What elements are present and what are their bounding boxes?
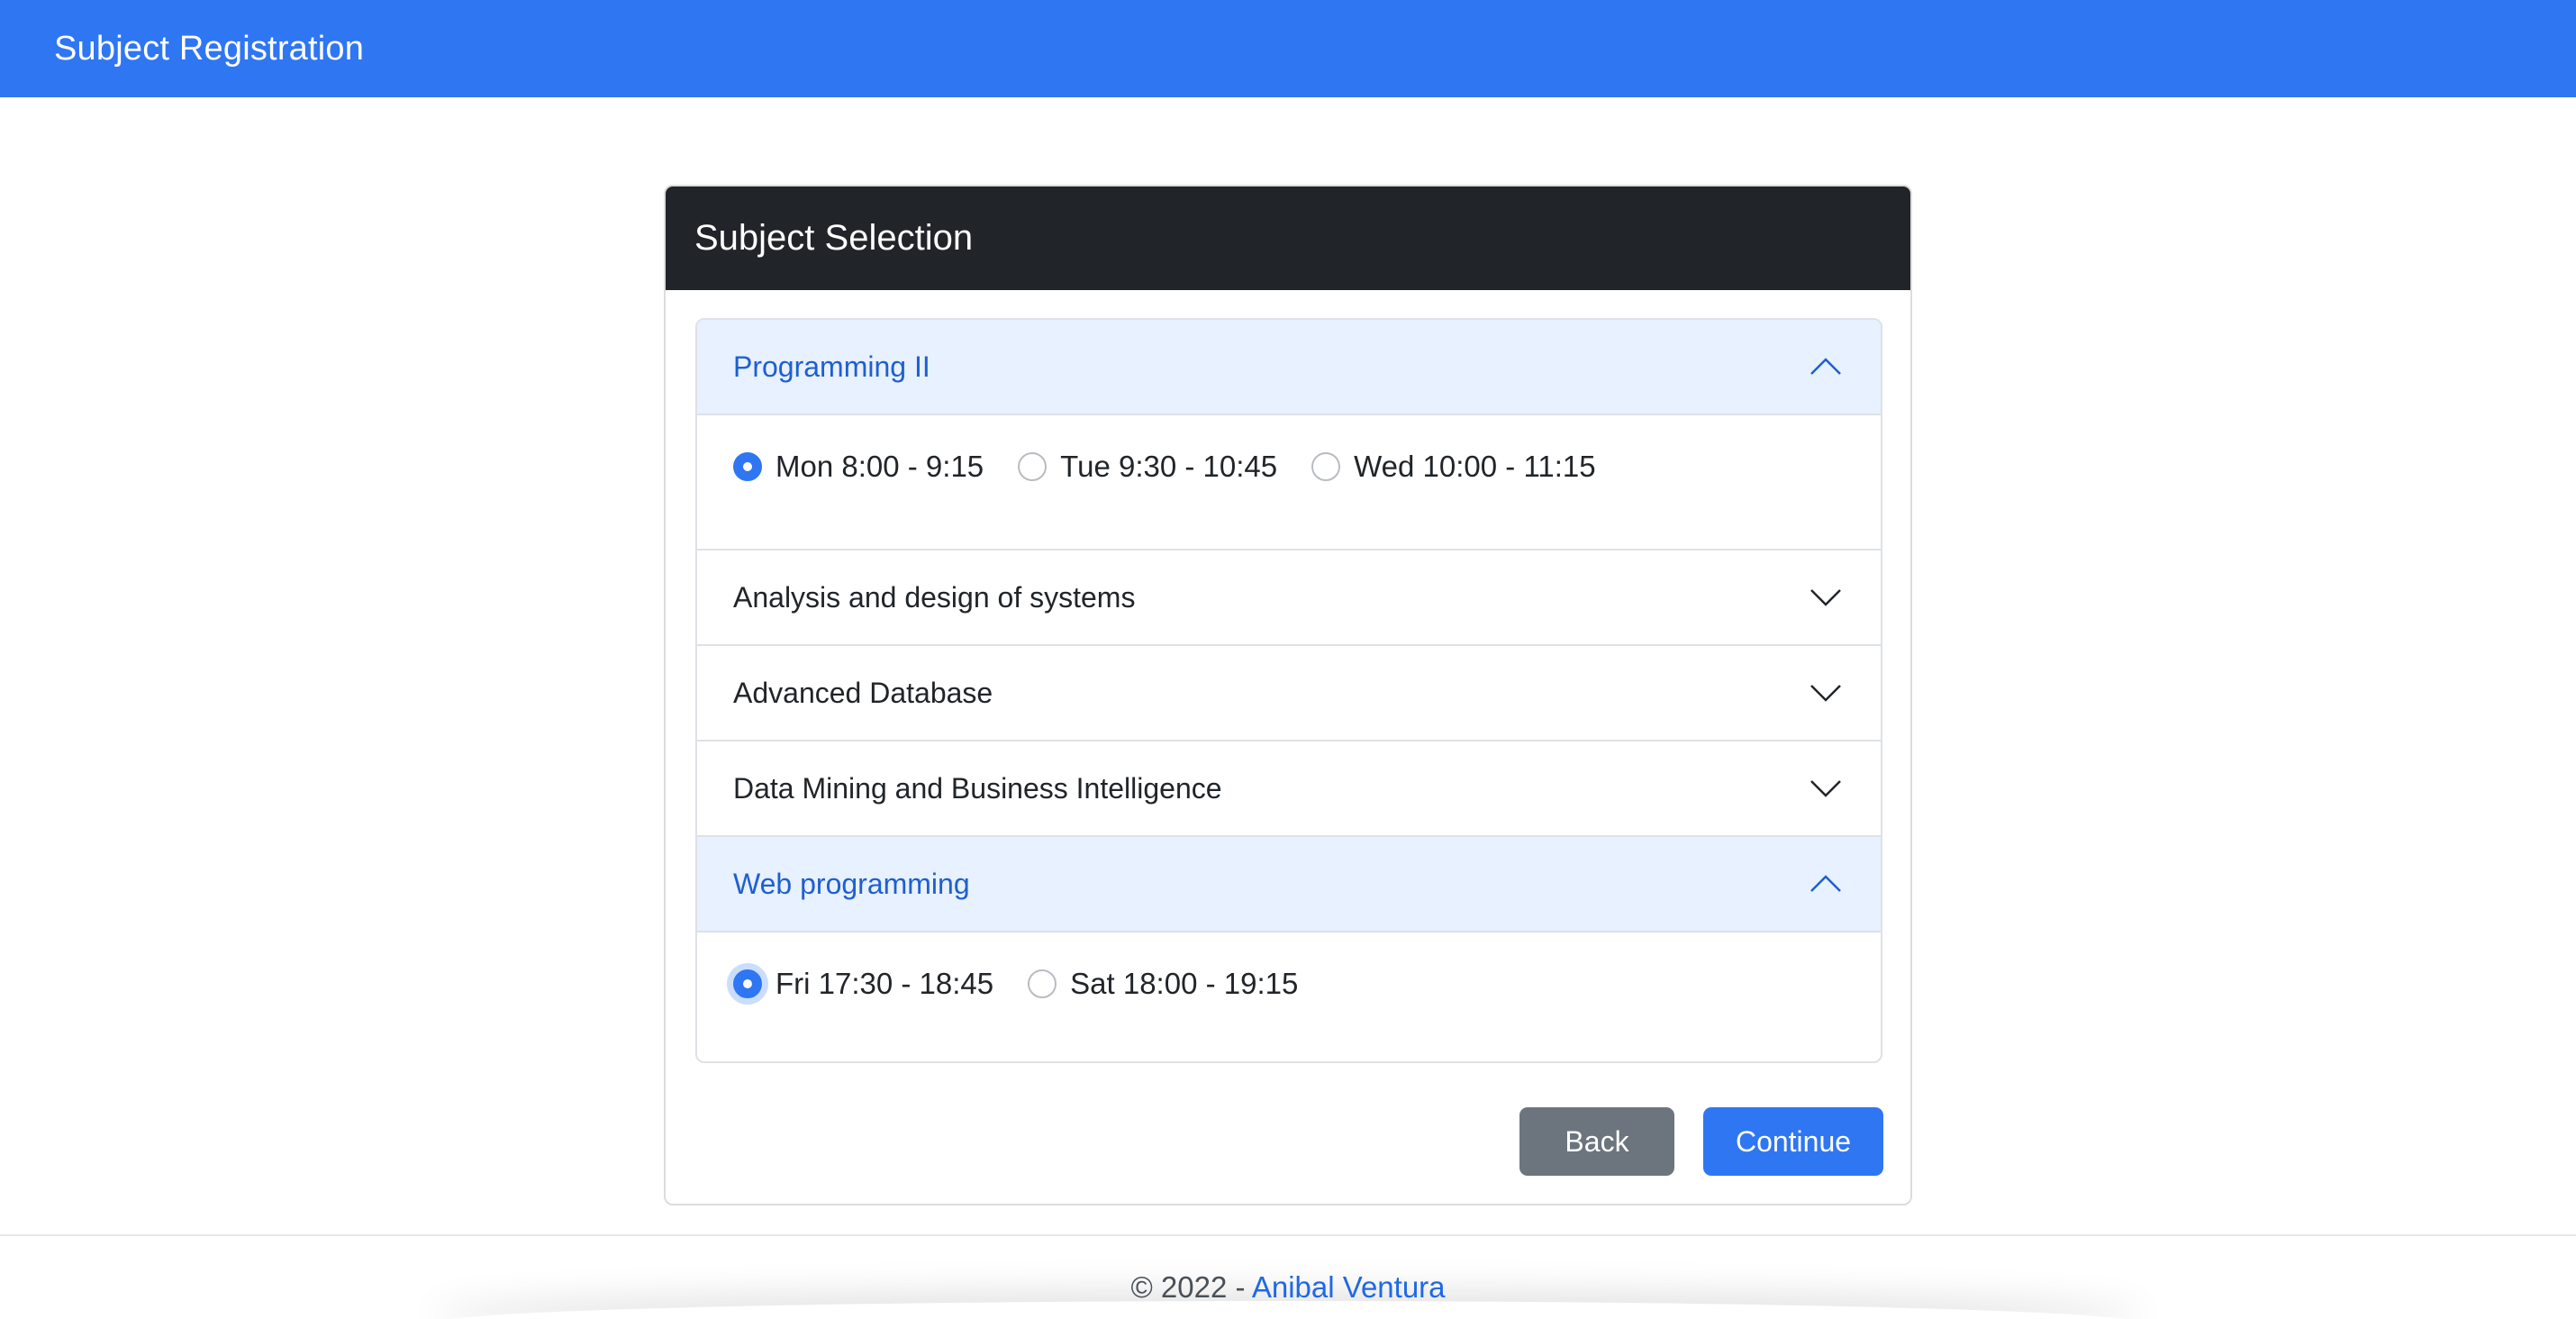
subjects-accordion: Programming II Mon 8:00 - 9:15 Tue 9:30 … bbox=[695, 318, 1882, 1063]
continue-button[interactable]: Continue bbox=[1703, 1107, 1883, 1176]
accordion-header-programming-ii[interactable]: Programming II bbox=[697, 320, 1881, 415]
schedule-label: Wed 10:00 - 11:15 bbox=[1354, 450, 1596, 483]
schedule-label: Sat 18:00 - 19:15 bbox=[1070, 967, 1299, 1000]
subject-selection-card: Subject Selection Programming II Mon 8:0… bbox=[664, 185, 1912, 1205]
accordion-title: Analysis and design of systems bbox=[733, 580, 1136, 614]
copyright-text: © 2022 - bbox=[1130, 1270, 1252, 1304]
top-navbar: Subject Registration bbox=[0, 0, 2576, 97]
accordion-title: Programming II bbox=[733, 350, 930, 383]
author-link[interactable]: Anibal Ventura bbox=[1252, 1270, 1446, 1304]
accordion-title: Advanced Database bbox=[733, 676, 993, 709]
accordion-body-programming-ii: Mon 8:00 - 9:15 Tue 9:30 - 10:45 Wed 10:… bbox=[697, 415, 1881, 550]
schedule-label: Fri 17:30 - 18:45 bbox=[776, 967, 994, 1000]
footer-text: © 2022 - Anibal Ventura bbox=[0, 1270, 2576, 1305]
schedule-option[interactable]: Fri 17:30 - 18:45 bbox=[733, 967, 993, 1001]
schedule-label: Mon 8:00 - 9:15 bbox=[776, 450, 984, 483]
radio-sat[interactable] bbox=[1028, 969, 1057, 998]
accordion-header-data-mining[interactable]: Data Mining and Business Intelligence bbox=[697, 741, 1881, 837]
schedule-label: Tue 9:30 - 10:45 bbox=[1060, 450, 1278, 483]
radio-fri[interactable] bbox=[733, 969, 762, 998]
page-footer: © 2022 - Anibal Ventura bbox=[0, 1234, 2576, 1319]
accordion-header-advanced-database[interactable]: Advanced Database bbox=[697, 646, 1881, 741]
radio-tue[interactable] bbox=[1018, 452, 1048, 481]
chevron-down-icon bbox=[1810, 780, 1841, 797]
chevron-up-icon bbox=[1810, 875, 1841, 892]
schedule-option[interactable]: Tue 9:30 - 10:45 bbox=[1018, 450, 1277, 484]
schedule-option[interactable]: Mon 8:00 - 9:15 bbox=[733, 450, 984, 484]
accordion-title: Web programming bbox=[733, 867, 970, 900]
chevron-down-icon bbox=[1810, 589, 1841, 606]
radio-wed[interactable] bbox=[1311, 452, 1341, 481]
back-button[interactable]: Back bbox=[1519, 1107, 1674, 1176]
card-title: Subject Selection bbox=[666, 186, 1910, 290]
accordion-body-web-programming: Fri 17:30 - 18:45 Sat 18:00 - 19:15 bbox=[697, 932, 1881, 1061]
schedule-option[interactable]: Sat 18:00 - 19:15 bbox=[1028, 967, 1298, 1001]
chevron-down-icon bbox=[1810, 685, 1841, 702]
accordion-header-web-programming[interactable]: Web programming bbox=[697, 837, 1881, 932]
accordion-header-analysis-design[interactable]: Analysis and design of systems bbox=[697, 550, 1881, 646]
radio-mon[interactable] bbox=[733, 452, 762, 481]
navbar-brand[interactable]: Subject Registration bbox=[54, 30, 364, 68]
schedule-option[interactable]: Wed 10:00 - 11:15 bbox=[1311, 450, 1596, 484]
accordion-title: Data Mining and Business Intelligence bbox=[733, 771, 1222, 805]
chevron-up-icon bbox=[1810, 358, 1841, 375]
